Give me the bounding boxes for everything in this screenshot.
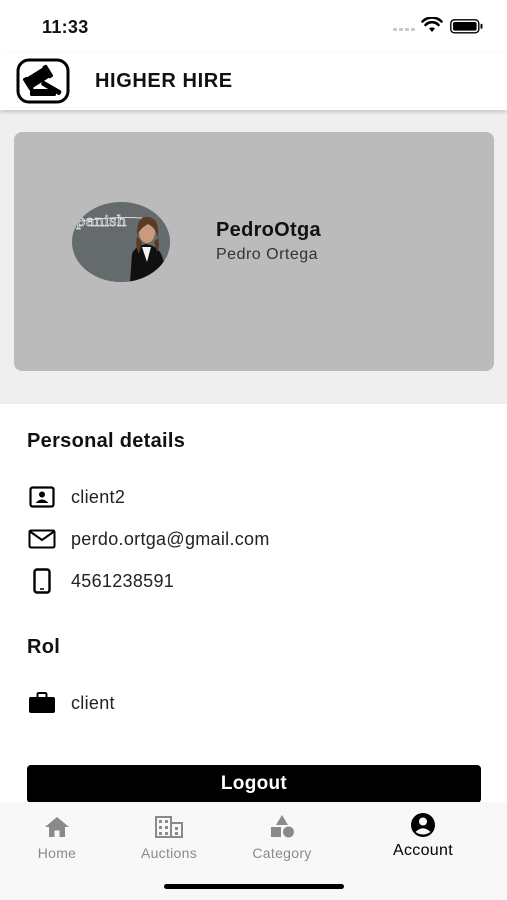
username-value: client2 (71, 486, 126, 507)
nav-label-category: Category (252, 845, 312, 861)
nav-label-account: Account (393, 842, 453, 859)
account-circle-icon (410, 812, 436, 838)
briefcase-icon (27, 688, 57, 718)
profile-section: panish PedroOtga Pedro Ortega (0, 110, 507, 404)
wifi-icon (421, 17, 443, 32)
nav-item-home[interactable]: Home (1, 812, 113, 861)
detail-row-email: perdo.ortga@gmail.com (27, 524, 270, 554)
home-indicator (164, 884, 344, 889)
app-header: HIGHER HIRE (0, 52, 507, 110)
home-icon (44, 812, 70, 838)
building-icon (155, 812, 183, 838)
personal-details-title: Personal details (27, 430, 186, 452)
avatar[interactable]: panish (72, 202, 170, 282)
nav-item-category[interactable]: Category (226, 812, 338, 861)
mail-icon (27, 524, 57, 554)
nav-item-account[interactable]: Account (367, 812, 479, 860)
nav-item-auctions[interactable]: Auctions (113, 812, 225, 861)
profile-full-name: Pedro Ortega (216, 246, 319, 263)
phone-icon (27, 566, 57, 596)
status-time: 11:33 (42, 17, 89, 37)
detail-row-username: client2 (27, 482, 125, 512)
shapes-icon (269, 812, 295, 838)
nav-label-home: Home (37, 845, 77, 861)
role-title: Rol (27, 636, 61, 658)
signal-dots-icon (393, 28, 415, 31)
app-title: HIGHER HIRE (95, 70, 233, 92)
id-badge-icon (27, 482, 57, 512)
logout-button[interactable]: Logout (27, 765, 481, 803)
profile-card: panish PedroOtga Pedro Ortega (14, 132, 494, 371)
avatar-chalk-text: panish (76, 212, 127, 230)
profile-username: PedroOtga (216, 219, 321, 241)
battery-icon (450, 19, 483, 34)
gavel-logo-icon[interactable] (16, 58, 71, 104)
phone-value: 4561238591 (71, 570, 175, 591)
detail-row-role: client (27, 688, 115, 718)
email-value: perdo.ortga@gmail.com (71, 528, 270, 549)
role-value: client (71, 692, 115, 713)
nav-label-auctions: Auctions (140, 845, 198, 861)
status-bar: 11:33 (0, 0, 507, 52)
detail-row-phone: 4561238591 (27, 566, 174, 596)
